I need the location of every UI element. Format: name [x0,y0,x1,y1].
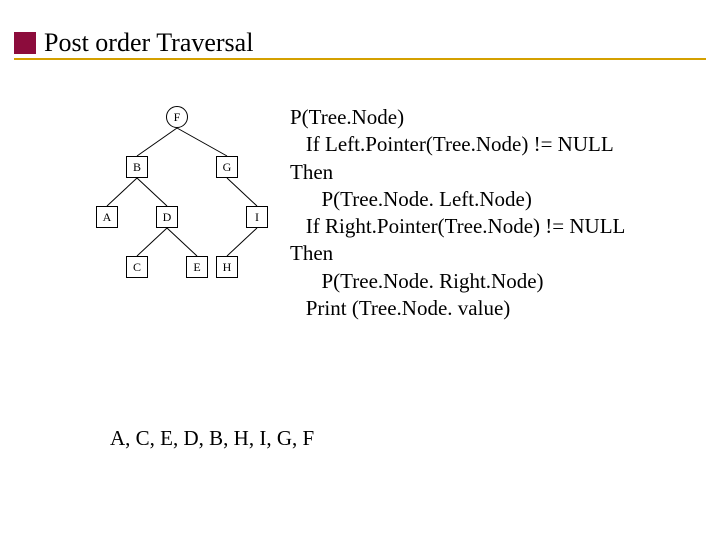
tree-node-a: A [96,206,118,228]
tree-node-i: I [246,206,268,228]
pseudo-line-3: Then [290,160,333,184]
pseudo-line-8: Print (Tree.Node. value) [290,296,510,320]
tree-diagram: F B G A D I C E H [96,106,276,306]
title-underline [14,58,706,60]
pseudo-line-4: P(Tree.Node. Left.Node) [290,187,532,211]
title-bullet-icon [14,32,36,54]
tree-node-b: B [126,156,148,178]
tree-node-h: H [216,256,238,278]
tree-node-e: E [186,256,208,278]
slide-title-bar: Post order Traversal [14,28,253,58]
pseudo-line-5: If Right.Pointer(Tree.Node) != NULL [290,214,625,238]
slide-title: Post order Traversal [44,28,253,58]
pseudo-line-2: If Left.Pointer(Tree.Node) != NULL [290,132,614,156]
pseudo-line-7: P(Tree.Node. Right.Node) [290,269,544,293]
tree-node-g: G [216,156,238,178]
pseudocode-block: P(Tree.Node) If Left.Pointer(Tree.Node) … [290,104,625,322]
traversal-output: A, C, E, D, B, H, I, G, F [110,426,314,451]
pseudo-line-6: Then [290,241,333,265]
pseudo-line-1: P(Tree.Node) [290,105,404,129]
tree-node-d: D [156,206,178,228]
tree-node-f: F [166,106,188,128]
tree-node-c: C [126,256,148,278]
